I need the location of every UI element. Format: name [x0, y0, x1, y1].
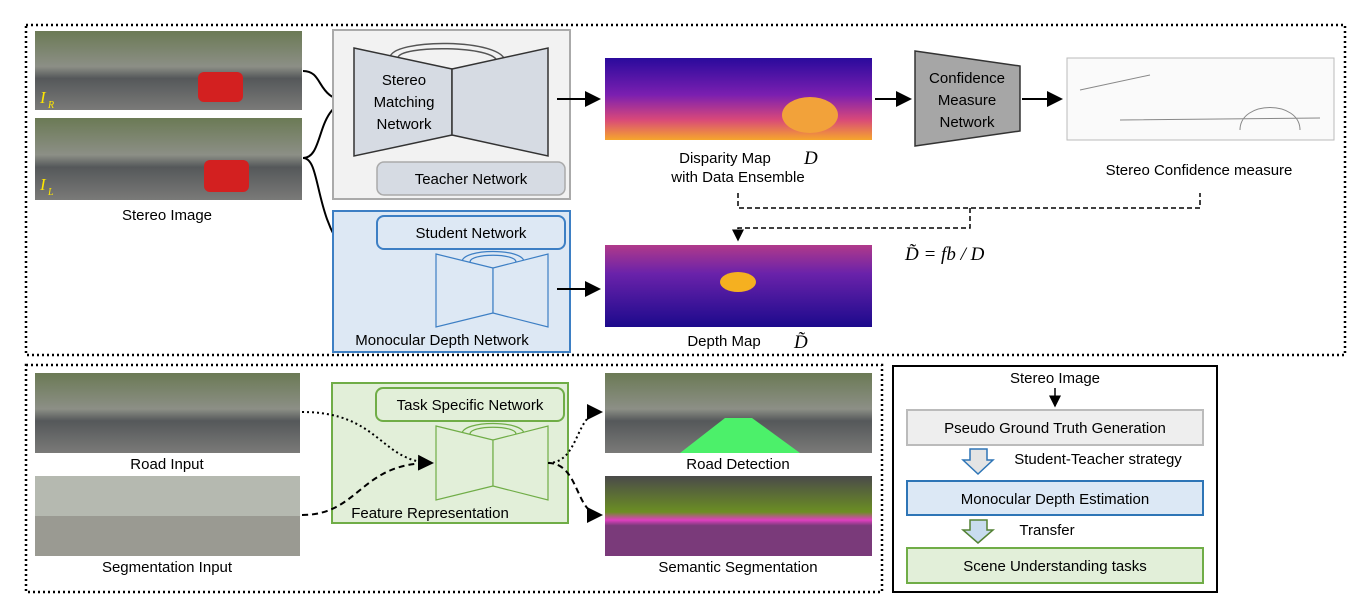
pseudo-gt-label: Pseudo Ground Truth Generation	[944, 420, 1166, 437]
student-teacher-label: Student-Teacher strategy	[1014, 451, 1182, 468]
disparity-map-image	[605, 58, 872, 140]
monocular-depth-network-label: Monocular Depth Network	[355, 332, 529, 349]
confidence-net-text-1: Confidence	[929, 70, 1005, 87]
stereo-matching-text-2: Matching	[374, 94, 435, 111]
stereo-matching-text: Stereo	[382, 72, 426, 89]
confidence-net-text-3: Network	[939, 114, 995, 131]
dashed-connector	[738, 193, 1201, 240]
student-network-label: Student Network	[416, 225, 527, 242]
transfer-label: Transfer	[1019, 522, 1074, 539]
feature-representation-label: Feature Representation	[351, 505, 509, 522]
teacher-network-label: Teacher Network	[415, 171, 528, 188]
semantic-segmentation-label: Semantic Segmentation	[658, 559, 817, 576]
stereo-image-label: Stereo Image	[122, 207, 212, 224]
stereo-matching-text-3: Network	[376, 116, 432, 133]
scene-understanding-label: Scene Understanding tasks	[963, 558, 1146, 575]
monocular-depth-label: Monocular Depth Estimation	[961, 491, 1149, 508]
svg-text:R: R	[47, 100, 54, 111]
confidence-measure-label: Stereo Confidence measure	[1106, 162, 1293, 179]
task-network-label: Task Specific Network	[397, 397, 544, 414]
depth-formula: D̃ = fb / D	[904, 244, 985, 265]
right-image: I R	[35, 31, 302, 111]
svg-text:L: L	[47, 187, 54, 198]
left-image: I L	[35, 118, 302, 200]
data-ensemble-label: with Data Ensemble	[670, 169, 804, 186]
semantic-segmentation-image	[605, 476, 872, 556]
road-detection-label: Road Detection	[686, 456, 789, 473]
road-input-label: Road Input	[130, 456, 204, 473]
disparity-map-label: Disparity Map	[679, 150, 771, 167]
disparity-symbol: D	[803, 148, 818, 169]
depth-map-label: Depth Map	[687, 333, 760, 350]
depth-symbol: D̃	[793, 332, 808, 353]
road-input-image	[35, 373, 300, 453]
overview-input-label: Stereo Image	[1010, 370, 1100, 387]
segmentation-input-label: Segmentation Input	[102, 559, 233, 576]
confidence-net-text-2: Measure	[938, 92, 996, 109]
confidence-map-image	[1066, 57, 1335, 141]
pipeline-diagram: I R I L Stereo Image Stereo Matching Net…	[24, 23, 1347, 594]
